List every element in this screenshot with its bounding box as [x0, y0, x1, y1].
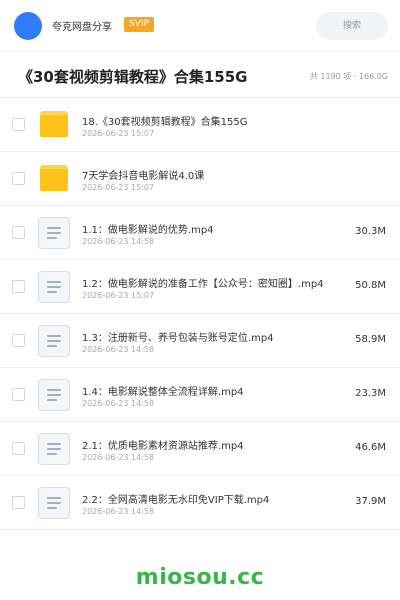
file-name: 1.1：做电影解说的优势.mp4 — [82, 225, 214, 236]
file-list: 18.《30套视频剪辑教程》合集155G 2026-06-23 15:07 7天学会… — [0, 98, 400, 530]
file-name: 7天学会抖音电影解说4.0课 — [82, 171, 205, 182]
file-date: 2026-06-23 15:07 — [82, 291, 155, 300]
svip-badge: SVIP — [124, 17, 154, 32]
select-checkbox[interactable] — [12, 334, 25, 347]
select-checkbox[interactable] — [12, 226, 25, 239]
select-checkbox[interactable] — [12, 118, 25, 131]
file-row[interactable]: 1.1：做电影解说的优势.mp4 2026-06-23 14:58 30.3M — [0, 206, 400, 260]
search-input[interactable]: 搜索 — [316, 12, 388, 40]
file-date: 2026-06-23 14:58 — [82, 507, 155, 516]
watermark-logo: miosou.cc — [135, 565, 265, 590]
document-icon — [38, 325, 70, 357]
file-name: 1.2：做电影解说的准备工作【公众号：密知圈】.mp4 — [82, 279, 324, 290]
file-date: 2026-06-23 14:58 — [82, 399, 155, 408]
page-title: 《30套视频剪辑教程》合集155G — [18, 68, 248, 86]
folder-icon — [38, 163, 70, 195]
file-size: 58.9M — [355, 334, 386, 345]
file-row[interactable]: 7天学会抖音电影解说4.0课 2026-06-23 15:07 — [0, 152, 400, 206]
file-row[interactable]: 1.3：注册新号、养号包装与账号定位.mp4 2026-06-23 14:58 58… — [0, 314, 400, 368]
document-icon — [38, 271, 70, 303]
avatar[interactable] — [14, 12, 42, 40]
file-name: 1.4：电影解说整体全流程详解.mp4 — [82, 387, 244, 398]
select-checkbox[interactable] — [12, 388, 25, 401]
document-icon — [38, 433, 70, 465]
file-date: 2026-06-23 14:58 — [82, 345, 155, 354]
footer: miosou.cc — [0, 555, 400, 600]
document-icon — [38, 487, 70, 519]
file-row[interactable]: 1.4：电影解说整体全流程详解.mp4 2026-06-23 14:58 23.3M — [0, 368, 400, 422]
top-bar: 夸克网盘分享 SVIP 搜索 — [0, 0, 400, 52]
file-row[interactable]: 2.1：优质电影素材资源站推荐.mp4 2026-06-23 14:58 46.6M — [0, 422, 400, 476]
file-row[interactable]: 18.《30套视频剪辑教程》合集155G 2026-06-23 15:07 — [0, 98, 400, 152]
file-name: 18.《30套视频剪辑教程》合集155G — [82, 117, 248, 128]
file-date: 2026-06-23 14:58 — [82, 453, 155, 462]
file-name: 1.3：注册新号、养号包装与账号定位.mp4 — [82, 333, 274, 344]
file-date: 2026-06-23 15:07 — [82, 129, 155, 138]
file-size: 23.3M — [355, 388, 386, 399]
folder-header: 《30套视频剪辑教程》合集155G 共 1190 项 · 166.0G — [0, 52, 400, 98]
file-date: 2026-06-23 15:07 — [82, 183, 155, 192]
select-checkbox[interactable] — [12, 496, 25, 509]
file-size: 50.8M — [355, 280, 386, 291]
file-name: 2.1：优质电影素材资源站推荐.mp4 — [82, 441, 244, 452]
file-name: 2.2：全网高清电影无水印免VIP下载.mp4 — [82, 495, 270, 506]
file-size: 37.9M — [355, 496, 386, 507]
select-checkbox[interactable] — [12, 442, 25, 455]
file-row[interactable]: 1.2：做电影解说的准备工作【公众号：密知圈】.mp4 2026-06-23 15… — [0, 260, 400, 314]
folder-meta: 共 1190 项 · 166.0G — [309, 72, 388, 81]
file-date: 2026-06-23 14:58 — [82, 237, 155, 246]
file-row[interactable]: 2.2：全网高清电影无水印免VIP下载.mp4 2026-06-23 14:58 3… — [0, 476, 400, 530]
document-icon — [38, 379, 70, 411]
file-size: 30.3M — [355, 226, 386, 237]
select-checkbox[interactable] — [12, 172, 25, 185]
select-checkbox[interactable] — [12, 280, 25, 293]
folder-icon — [38, 109, 70, 141]
document-icon — [38, 217, 70, 249]
file-size: 46.6M — [355, 442, 386, 453]
app-name: 夸克网盘分享 — [52, 22, 112, 33]
